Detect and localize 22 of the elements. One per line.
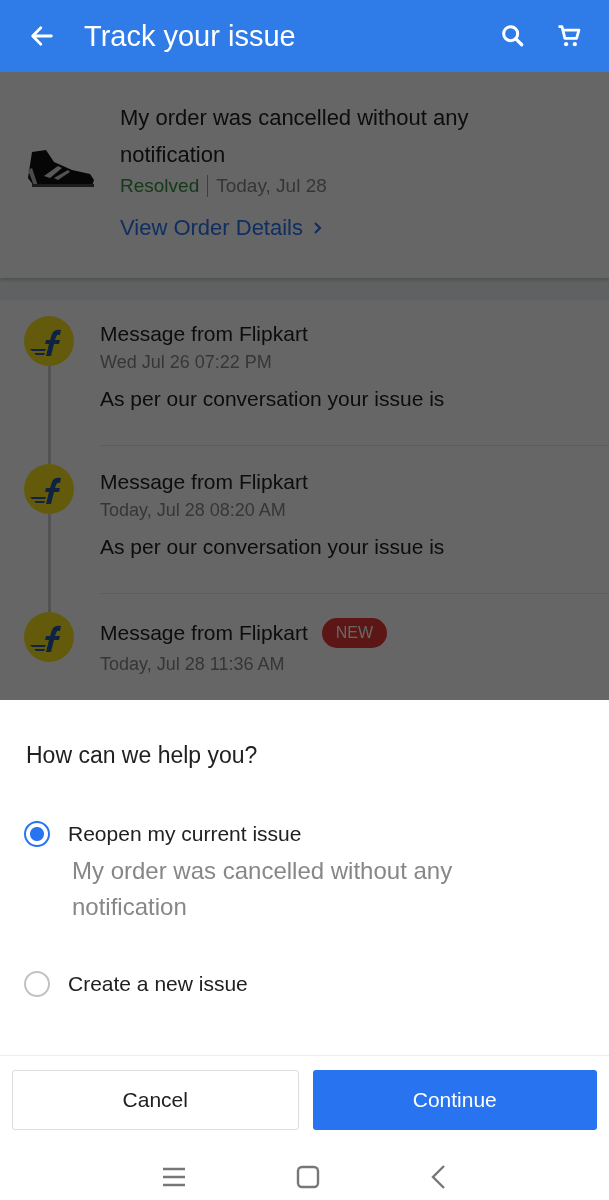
message-text: As per our conversation your issue is <box>100 387 446 411</box>
message-sender: Message from Flipkart <box>100 322 308 346</box>
cancel-button[interactable]: Cancel <box>12 1070 299 1130</box>
new-badge: NEW <box>321 618 388 648</box>
page-title: Track your issue <box>84 19 296 53</box>
flipkart-logo-icon <box>24 316 74 366</box>
option-label[interactable]: Create a new issue <box>68 972 248 996</box>
radio-button[interactable] <box>24 821 50 847</box>
option-label[interactable]: Reopen my current issue <box>68 822 302 846</box>
message-sender: Message from Flipkart <box>100 621 308 645</box>
sheet-title: How can we help you? <box>25 741 259 769</box>
flipkart-logo-icon <box>24 612 74 662</box>
menu-icon[interactable] <box>160 1165 187 1189</box>
radio-button[interactable] <box>24 971 50 997</box>
home-icon[interactable] <box>294 1164 321 1190</box>
flipkart-logo-icon <box>24 464 74 514</box>
message-sender: Message from Flipkart <box>100 470 308 494</box>
option-detail: My order was cancelled without any notification <box>71 856 454 922</box>
issue-status: Resolved <box>120 175 200 197</box>
issue-title: My order was cancelled without any notification <box>120 104 470 169</box>
message-text: As per our conversation your issue is <box>100 535 446 559</box>
continue-button[interactable]: Continue <box>312 1070 597 1130</box>
